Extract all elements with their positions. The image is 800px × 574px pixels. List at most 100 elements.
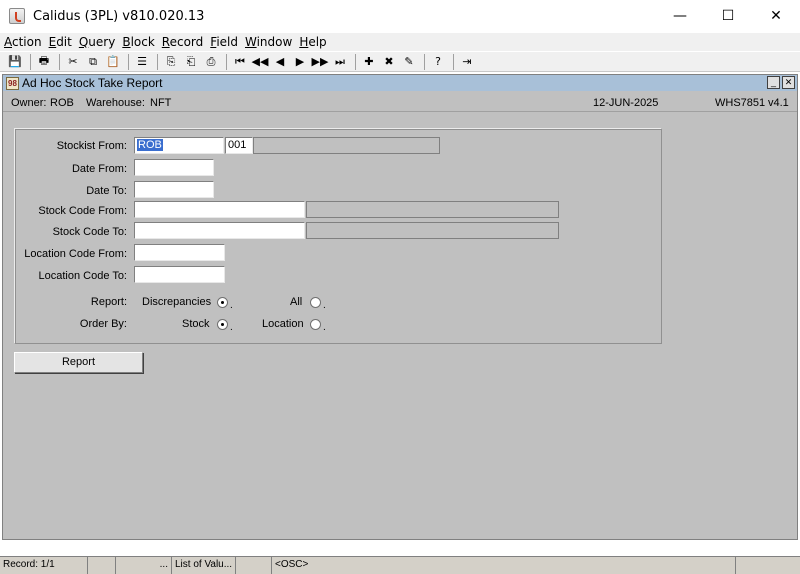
menu-block[interactable]: Block bbox=[122, 35, 154, 49]
menu-query[interactable]: Query bbox=[79, 35, 115, 49]
previous-set-icon[interactable]: ◀◀ bbox=[251, 53, 269, 71]
radio-dot: . bbox=[323, 322, 326, 333]
toolbar-separator bbox=[424, 53, 425, 70]
menu-window[interactable]: Window bbox=[245, 35, 292, 49]
stock-code-from-label: Stock Code From: bbox=[38, 205, 127, 217]
next-record-icon[interactable]: ▶ bbox=[291, 53, 309, 71]
toolbar: 💾 🖶 ✂ ⧉ 📋 ☰ ⎘ ⎗ ⎙ ⏮ ◀◀ ◀ ▶ ▶▶ ⏭ ✚ ✖ ✎ ? … bbox=[0, 52, 800, 72]
location-code-from-label: Location Code From: bbox=[24, 248, 127, 260]
form-title: Ad Hoc Stock Take Report bbox=[22, 76, 163, 90]
menu-record[interactable]: Record bbox=[162, 35, 203, 49]
criteria-panel: Stockist From: ROB 001 Date From: Date T… bbox=[14, 128, 662, 344]
form-frame: 98 Ad Hoc Stock Take Report _ ✕ Owner: R… bbox=[2, 74, 798, 540]
owner-label: Owner: bbox=[11, 97, 47, 109]
stockist-from-code[interactable]: 001 bbox=[225, 137, 253, 154]
stockist-from-description bbox=[253, 137, 440, 154]
save-icon[interactable]: 💾 bbox=[6, 53, 24, 71]
date-to-input[interactable] bbox=[134, 181, 214, 198]
toolbar-separator bbox=[157, 53, 158, 70]
status-cell bbox=[236, 557, 272, 574]
stock-code-from-description bbox=[306, 201, 559, 218]
status-record-count: Record: 1/1 bbox=[0, 557, 88, 574]
toolbar-separator bbox=[59, 53, 60, 70]
help-icon[interactable]: ? bbox=[429, 53, 447, 71]
date-from-input[interactable] bbox=[134, 159, 214, 176]
warehouse-value: NFT bbox=[150, 97, 172, 109]
delete-record-icon[interactable]: ✖ bbox=[380, 53, 398, 71]
first-record-icon[interactable]: ⏮ bbox=[231, 53, 249, 71]
toolbar-separator bbox=[226, 53, 227, 70]
previous-record-icon[interactable]: ◀ bbox=[271, 53, 289, 71]
maximize-button[interactable]: ☐ bbox=[704, 0, 752, 32]
stockist-from-input[interactable]: ROB bbox=[134, 137, 224, 154]
form-titlebar: 98 Ad Hoc Stock Take Report _ ✕ bbox=[3, 75, 797, 91]
form-controls: _ ✕ bbox=[765, 76, 795, 89]
window-title: Calidus (3PL) v810.020.13 bbox=[33, 8, 205, 24]
radio-dot: . bbox=[230, 322, 233, 333]
stock-code-to-description bbox=[306, 222, 559, 239]
status-list-of-values: List of Valu... bbox=[172, 557, 236, 574]
print-icon[interactable]: 🖶 bbox=[35, 53, 53, 71]
form-icon: 98 bbox=[6, 76, 19, 90]
copy-icon[interactable]: ⧉ bbox=[84, 53, 102, 71]
duplicate-field-icon[interactable]: ⎗ bbox=[182, 53, 200, 71]
duplicate-record-icon[interactable]: ⎘ bbox=[162, 53, 180, 71]
status-bar: Record: 1/1 ... List of Valu... <OSC> bbox=[0, 556, 800, 574]
last-record-icon[interactable]: ⏭ bbox=[331, 53, 349, 71]
discrepancies-radio[interactable] bbox=[217, 297, 228, 308]
status-mode: <OSC> bbox=[272, 557, 736, 574]
paste-icon[interactable]: 📋 bbox=[104, 53, 122, 71]
toolbar-separator bbox=[30, 53, 31, 70]
date-to-label: Date To: bbox=[86, 185, 127, 197]
menu-action[interactable]: Action bbox=[4, 35, 42, 49]
stockist-from-label: Stockist From: bbox=[56, 140, 127, 152]
clear-icon[interactable]: ☰ bbox=[133, 53, 151, 71]
date-from-label: Date From: bbox=[71, 163, 127, 175]
menu-bar: Action Edit Query Block Record Field Win… bbox=[0, 33, 800, 51]
stock-code-from-input[interactable] bbox=[134, 201, 305, 218]
all-label: All bbox=[290, 296, 303, 308]
minimize-button[interactable]: — bbox=[656, 0, 704, 32]
location-code-from-input[interactable] bbox=[134, 244, 225, 261]
current-date: 12-JUN-2025 bbox=[593, 97, 659, 109]
menu-field[interactable]: Field bbox=[210, 35, 238, 49]
stock-code-to-label: Stock Code To: bbox=[52, 226, 127, 238]
status-cell bbox=[88, 557, 116, 574]
form-minimize-button[interactable]: _ bbox=[767, 76, 780, 89]
location-code-to-label: Location Code To: bbox=[38, 270, 127, 282]
info-bar: Owner: ROB Warehouse: NFT 12-JUN-2025 WH… bbox=[3, 94, 797, 112]
insert-record-icon[interactable]: ✚ bbox=[360, 53, 378, 71]
report-button[interactable]: Report bbox=[14, 352, 143, 373]
cut-icon[interactable]: ✂ bbox=[64, 53, 82, 71]
java-app-icon bbox=[9, 8, 25, 24]
status-cell bbox=[736, 557, 796, 574]
menu-help[interactable]: Help bbox=[299, 35, 326, 49]
order-by-location-radio[interactable] bbox=[310, 319, 321, 330]
form-id: WHS7851 bbox=[715, 97, 766, 109]
warehouse-label: Warehouse: bbox=[86, 97, 145, 109]
discrepancies-label: Discrepancies bbox=[142, 296, 212, 308]
radio-dot: . bbox=[230, 300, 233, 311]
form-version: v4.1 bbox=[768, 97, 789, 109]
location-code-to-input[interactable] bbox=[134, 266, 225, 283]
menu-edit[interactable]: Edit bbox=[49, 35, 72, 49]
toolbar-separator bbox=[128, 53, 129, 70]
window-titlebar: Calidus (3PL) v810.020.13 — ☐ ✕ bbox=[0, 0, 800, 32]
close-button[interactable]: ✕ bbox=[752, 0, 800, 32]
edit-icon[interactable]: ✎ bbox=[400, 53, 418, 71]
owner-value: ROB bbox=[50, 97, 74, 109]
order-by-label: Order By: bbox=[79, 318, 127, 330]
toolbar-separator bbox=[453, 53, 454, 70]
report-type-label: Report: bbox=[90, 296, 127, 308]
window-controls: — ☐ ✕ bbox=[656, 0, 800, 32]
location-label: Location bbox=[262, 318, 304, 330]
order-by-stock-radio[interactable] bbox=[217, 319, 228, 330]
form-close-button[interactable]: ✕ bbox=[782, 76, 795, 89]
next-set-icon[interactable]: ▶▶ bbox=[311, 53, 329, 71]
toolbar-separator bbox=[355, 53, 356, 70]
copy-record-icon[interactable]: ⎙ bbox=[202, 53, 220, 71]
radio-dot: . bbox=[323, 300, 326, 311]
stock-code-to-input[interactable] bbox=[134, 222, 305, 239]
all-radio[interactable] bbox=[310, 297, 321, 308]
exit-icon[interactable]: ⇥ bbox=[458, 53, 476, 71]
